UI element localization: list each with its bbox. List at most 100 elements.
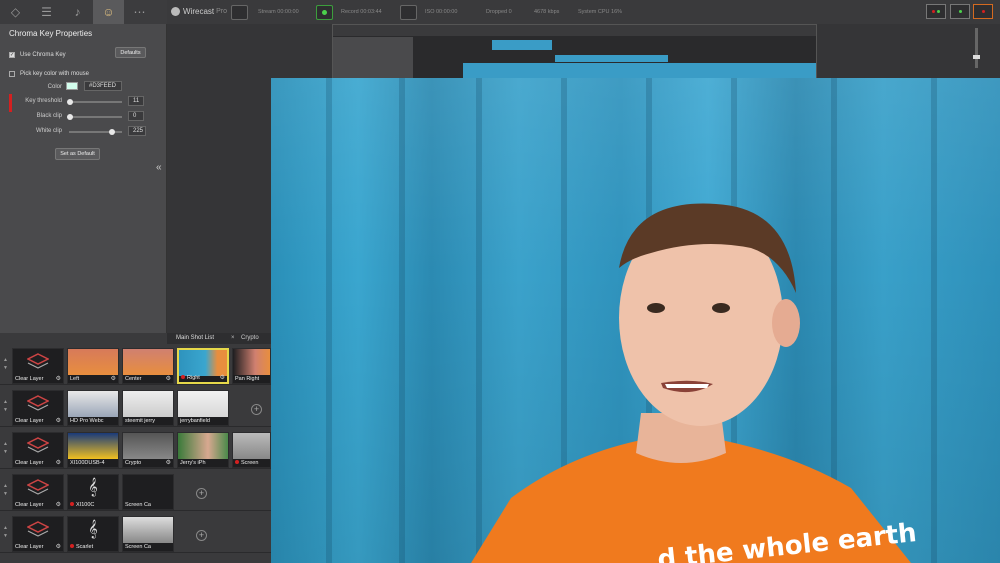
gear-icon[interactable]: ⚙ bbox=[56, 375, 61, 382]
shot-clear-layer[interactable]: Clear Layer ⚙ bbox=[12, 432, 64, 468]
gear-icon[interactable]: ⚙ bbox=[220, 374, 225, 381]
shot-label: jerrybanfield bbox=[180, 418, 210, 424]
shot-jerrybanfield[interactable]: jerrybanfield bbox=[177, 390, 229, 426]
layer-reorder-icon[interactable]: ▲ ▼ bbox=[3, 398, 8, 414]
sliders-icon[interactable]: ☰ bbox=[31, 0, 62, 24]
clear-layer-icon bbox=[27, 437, 49, 453]
chroma-key-icon[interactable]: ☺ bbox=[93, 0, 124, 24]
gear-icon[interactable]: ⚙ bbox=[56, 543, 61, 550]
wirecast-window: ◇ ☰ ♪ ☺ ⋯ Chroma Key Properties ✓ Use Ch… bbox=[0, 0, 1000, 563]
use-chroma-key-label: Use Chroma Key bbox=[20, 52, 66, 58]
shot-screen[interactable]: Screen bbox=[232, 432, 271, 468]
clear-layer-icon bbox=[27, 479, 49, 495]
shot-jerrys-iphone[interactable]: Jerry's iPh bbox=[177, 432, 229, 468]
color-hex-field[interactable]: #D3FEED bbox=[84, 81, 122, 91]
layer-reorder-icon[interactable]: ▲ ▼ bbox=[3, 356, 8, 372]
stream-status: Stream 00:00:00 bbox=[258, 9, 299, 15]
gear-icon[interactable]: ⚙ bbox=[111, 375, 116, 382]
app-name: Wirecast bbox=[183, 7, 215, 16]
shot-list: ▲ ▼ Clear Layer ⚙ Left ⚙ Center ⚙ Right ⚙ bbox=[0, 344, 271, 563]
audio-icon[interactable]: ♪ bbox=[62, 0, 93, 24]
shot-steemit[interactable]: steemit jerry bbox=[122, 390, 174, 426]
gear-icon[interactable]: ⚙ bbox=[56, 459, 61, 466]
white-clip-field[interactable]: 225 bbox=[128, 126, 146, 136]
shot-scarlett[interactable]: 𝄞 Scarlet bbox=[67, 516, 119, 552]
master-volume-slider[interactable] bbox=[975, 28, 978, 68]
layers-icon[interactable]: ◇ bbox=[0, 0, 31, 24]
panel-title: Chroma Key Properties bbox=[9, 29, 93, 38]
shot-label: Clear Layer bbox=[15, 376, 44, 382]
shot-clear-layer[interactable]: Clear Layer ⚙ bbox=[12, 348, 64, 384]
master-volume-knob[interactable] bbox=[973, 55, 980, 59]
layer-reorder-icon[interactable]: ▲ ▼ bbox=[3, 524, 8, 540]
pick-color-label: Pick key color with mouse bbox=[20, 71, 90, 77]
set-as-default-button[interactable]: Set as Default bbox=[55, 148, 100, 160]
white-clip-knob[interactable] bbox=[109, 129, 115, 135]
collapse-panel-icon[interactable]: « bbox=[156, 162, 162, 173]
clear-layer-icon bbox=[27, 353, 49, 369]
tab-main-shot-list[interactable]: Main Shot List bbox=[176, 335, 214, 341]
shot-pan-right[interactable]: Pan Right bbox=[232, 348, 271, 384]
black-clip-label: Black clip bbox=[36, 113, 62, 119]
more-icon[interactable]: ⋯ bbox=[124, 0, 155, 24]
iso-icon[interactable] bbox=[400, 5, 417, 20]
shot-screen-capture[interactable]: Screen Ca bbox=[122, 516, 174, 552]
layer-row: ▲ ▼ Clear Layer ⚙ 𝄞 Scarlet Screen Ca + bbox=[0, 512, 271, 553]
presenter bbox=[471, 203, 911, 563]
shot-crypto[interactable]: Crypto ⚙ bbox=[122, 432, 174, 468]
color-label: Color bbox=[47, 84, 62, 90]
layer-reorder-icon[interactable]: ▲ ▼ bbox=[3, 482, 8, 498]
iso-status: ISO 00:00:00 bbox=[425, 9, 458, 15]
color-swatch[interactable] bbox=[66, 82, 78, 90]
cpu-usage: System CPU 16% bbox=[578, 9, 623, 15]
pick-color-row[interactable]: Pick key color with mouse bbox=[9, 71, 89, 77]
key-threshold-slider[interactable] bbox=[69, 101, 122, 103]
shot-right[interactable]: Right ⚙ bbox=[177, 348, 229, 384]
gear-icon[interactable]: ⚙ bbox=[166, 459, 171, 466]
shot-xi100dusb[interactable]: XI100DUSB-4 bbox=[67, 432, 119, 468]
shot-label: Center bbox=[125, 376, 142, 382]
use-chroma-key-row[interactable]: ✓ Use Chroma Key bbox=[9, 52, 66, 58]
shot-left[interactable]: Left ⚙ bbox=[67, 348, 119, 384]
gear-icon[interactable]: ⚙ bbox=[56, 417, 61, 424]
gear-icon[interactable]: ⚙ bbox=[56, 501, 61, 508]
layer-reorder-icon[interactable]: ▲ ▼ bbox=[3, 440, 8, 456]
shot-label: Screen Ca bbox=[125, 544, 151, 550]
shot-list-tabs: Main Shot List × Crypto bbox=[167, 333, 271, 344]
shot-label: Jerry's iPh bbox=[180, 460, 206, 466]
pick-color-checkbox[interactable] bbox=[9, 71, 15, 77]
shot-label: Scarlet bbox=[70, 544, 110, 550]
live-indicator[interactable] bbox=[950, 4, 970, 19]
shot-center[interactable]: Center ⚙ bbox=[122, 348, 174, 384]
curtain-fold bbox=[399, 78, 405, 563]
curtain-fold bbox=[931, 78, 937, 563]
shot-screen-capture[interactable]: Screen Ca bbox=[122, 474, 174, 510]
add-shot-button[interactable]: + bbox=[196, 488, 207, 499]
key-threshold-knob[interactable] bbox=[67, 99, 73, 105]
defaults-button[interactable]: Defaults bbox=[115, 47, 146, 58]
shot-xi100c[interactable]: 𝄞 XI100C bbox=[67, 474, 119, 510]
add-shot-button[interactable]: + bbox=[196, 530, 207, 541]
preview-indicator[interactable] bbox=[926, 4, 946, 19]
add-shot-button[interactable]: + bbox=[251, 404, 262, 415]
program-indicator[interactable] bbox=[973, 4, 993, 19]
record-button[interactable] bbox=[316, 5, 333, 20]
use-chroma-key-checkbox[interactable]: ✓ bbox=[9, 52, 15, 58]
white-clip-label: White clip bbox=[35, 128, 62, 134]
gear-icon[interactable]: ⚙ bbox=[166, 375, 171, 382]
shot-clear-layer[interactable]: Clear Layer ⚙ bbox=[12, 390, 64, 426]
key-threshold-field[interactable]: 11 bbox=[128, 96, 144, 106]
shot-hd-pro-webcam[interactable]: HD Pro Webc bbox=[67, 390, 119, 426]
shot-label: Clear Layer bbox=[15, 544, 44, 550]
shot-clear-layer[interactable]: Clear Layer ⚙ bbox=[12, 516, 64, 552]
shot-clear-layer[interactable]: Clear Layer ⚙ bbox=[12, 474, 64, 510]
black-clip-slider[interactable] bbox=[69, 116, 122, 118]
black-clip-knob[interactable] bbox=[67, 114, 73, 120]
stream-icon[interactable] bbox=[231, 5, 248, 20]
black-clip-field[interactable]: 0 bbox=[128, 111, 144, 121]
tab-crypto[interactable]: Crypto bbox=[241, 335, 259, 341]
close-tab-icon[interactable]: × bbox=[231, 335, 235, 341]
recursive-step bbox=[492, 40, 552, 50]
curtain-fold bbox=[326, 78, 332, 563]
shot-label: Screen Ca bbox=[125, 502, 151, 508]
